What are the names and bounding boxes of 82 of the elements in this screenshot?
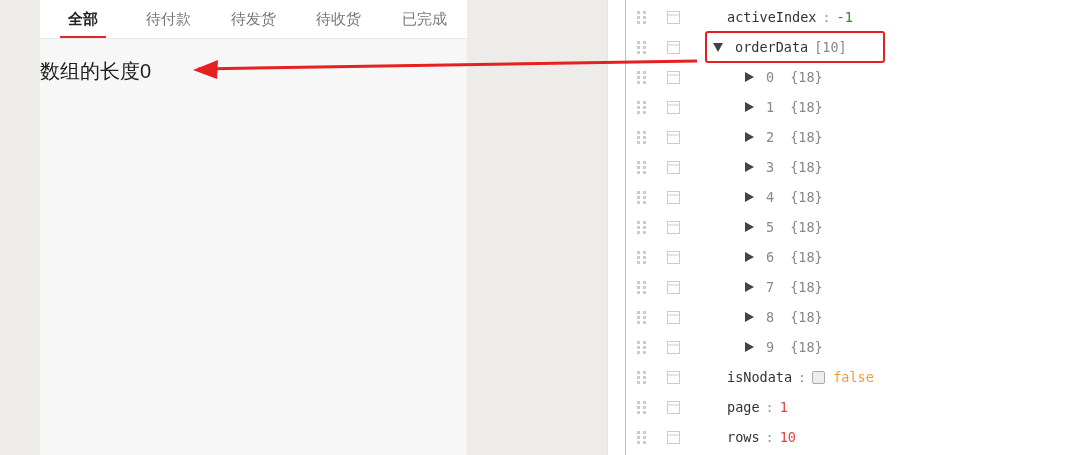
panel-icon[interactable] [667, 430, 680, 444]
panel-icon[interactable] [667, 310, 680, 324]
expand-triangle-icon[interactable] [744, 342, 754, 352]
index-key: 4 [766, 189, 775, 205]
colon-text: : [798, 369, 807, 385]
panel-icon[interactable] [667, 70, 680, 84]
colon-text: : [765, 429, 774, 445]
drag-handle-icon[interactable] [637, 130, 647, 144]
index-key: 9 [766, 339, 775, 355]
index-key: 6 [766, 249, 775, 265]
panel-icon[interactable] [667, 100, 680, 114]
drag-handle-icon[interactable] [637, 10, 647, 24]
tab[interactable]: 全部 [40, 0, 126, 38]
number-value: 10 [779, 429, 796, 445]
object-size: {18} [790, 339, 823, 355]
expand-triangle-icon[interactable] [744, 162, 754, 172]
array-length-text: 数组的长度0 [40, 59, 152, 84]
drag-handle-icon[interactable] [637, 310, 647, 324]
drag-handle-icon[interactable] [637, 430, 647, 444]
panel-icon[interactable] [667, 10, 680, 24]
drag-handle-icon[interactable] [637, 160, 647, 174]
property-key: activeIndex [727, 9, 817, 25]
expand-triangle-icon[interactable] [744, 282, 754, 292]
expand-triangle-icon[interactable] [744, 252, 754, 262]
object-size: {18} [790, 99, 823, 115]
index-key: 2 [766, 129, 775, 145]
panel-icon[interactable] [667, 400, 680, 414]
object-size: {18} [790, 129, 823, 145]
index-key: 1 [766, 99, 775, 115]
expand-triangle-icon[interactable] [744, 72, 754, 82]
collapse-triangle-icon[interactable] [713, 42, 723, 52]
tab[interactable]: 已完成 [381, 0, 468, 38]
object-size: {18} [790, 249, 823, 265]
panel-icon[interactable] [667, 370, 680, 384]
drag-handle-icon[interactable] [637, 70, 647, 84]
drag-handle-icon[interactable] [637, 40, 647, 54]
expand-triangle-icon[interactable] [744, 102, 754, 112]
drag-handle-icon[interactable] [637, 100, 647, 114]
drag-handle-icon[interactable] [637, 340, 647, 354]
object-size: {18} [790, 279, 823, 295]
drag-handle-icon[interactable] [637, 280, 647, 294]
tab[interactable]: 待发货 [210, 0, 297, 38]
index-key: 3 [766, 159, 775, 175]
panel-icon[interactable] [667, 40, 680, 54]
property-key: page [727, 399, 760, 415]
expand-triangle-icon[interactable] [744, 192, 754, 202]
index-key: 5 [766, 219, 775, 235]
index-key: 8 [766, 309, 775, 325]
colon-text: : [822, 9, 831, 25]
panel-icon[interactable] [667, 340, 680, 354]
number-value: 1 [779, 399, 788, 415]
expand-triangle-icon[interactable] [744, 132, 754, 142]
drag-handle-icon[interactable] [637, 220, 647, 234]
tab[interactable]: 待收货 [296, 0, 382, 38]
colon-text: : [765, 399, 774, 415]
index-key: 7 [766, 279, 775, 295]
expand-triangle-icon[interactable] [744, 222, 754, 232]
property-key: rows [727, 429, 760, 445]
index-key: 0 [766, 69, 775, 85]
panel-icon[interactable] [667, 280, 680, 294]
boolean-value: false [833, 369, 874, 385]
drag-handle-icon[interactable] [637, 400, 647, 414]
object-size: {18} [790, 189, 823, 205]
object-size: {18} [790, 219, 823, 235]
array-count: [10] [814, 39, 847, 55]
number-value: -1 [836, 9, 853, 25]
panel-icon[interactable] [667, 130, 680, 144]
panel-icon[interactable] [667, 160, 680, 174]
property-key: isNodata [727, 369, 793, 385]
object-size: {18} [790, 159, 823, 175]
panel-icon[interactable] [667, 190, 680, 204]
drag-handle-icon[interactable] [637, 370, 647, 384]
tab[interactable]: 待付款 [125, 0, 211, 38]
panel-icon[interactable] [667, 220, 680, 234]
expand-triangle-icon[interactable] [744, 312, 754, 322]
drag-handle-icon[interactable] [637, 250, 647, 264]
object-size: {18} [790, 309, 823, 325]
property-key: orderData [735, 39, 809, 55]
checkbox[interactable] [812, 370, 826, 384]
drag-handle-icon[interactable] [637, 190, 647, 204]
panel-icon[interactable] [667, 250, 680, 264]
object-size: {18} [790, 69, 823, 85]
